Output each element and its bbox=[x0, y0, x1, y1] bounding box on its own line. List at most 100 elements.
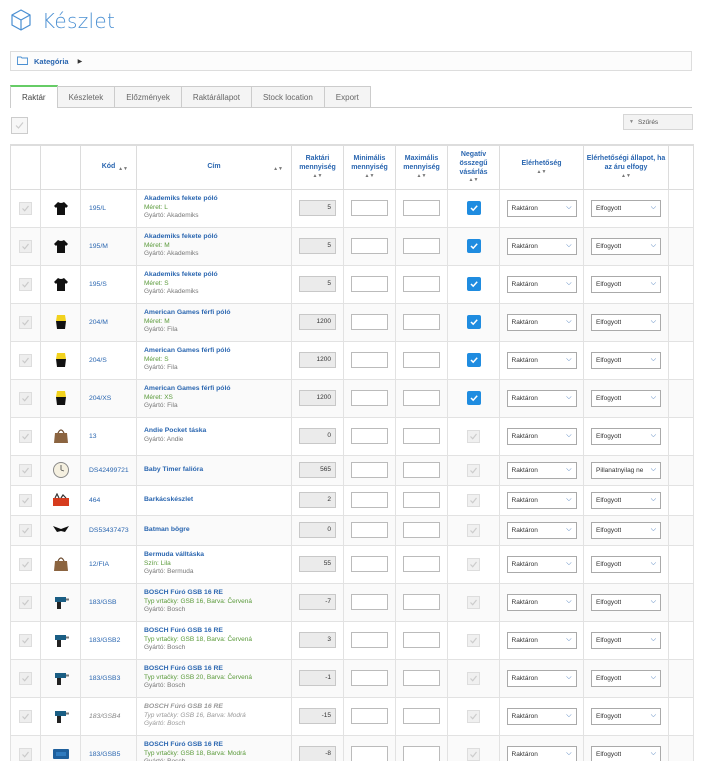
bag-icon[interactable] bbox=[51, 426, 71, 446]
oos-availability-select[interactable]: Elfogyott ⌵ bbox=[591, 275, 661, 293]
oos-availability-select[interactable]: Elfogyott ⌵ bbox=[591, 491, 661, 509]
row-checkbox[interactable] bbox=[19, 429, 32, 443]
oos-availability-select[interactable]: Elfogyott ⌵ bbox=[591, 199, 661, 217]
caret-right-icon[interactable]: ▶ bbox=[78, 58, 83, 65]
row-checkbox[interactable] bbox=[19, 633, 32, 647]
negative-purchase-checkbox[interactable] bbox=[466, 391, 481, 405]
row-code[interactable]: 195/L bbox=[80, 188, 137, 228]
stock-qty-field[interactable]: 1200 bbox=[299, 390, 336, 406]
min-qty-input[interactable] bbox=[351, 492, 388, 508]
stock-qty-field[interactable]: 1200 bbox=[299, 314, 336, 330]
oos-availability-select[interactable]: Elfogyott ⌵ bbox=[591, 389, 661, 407]
max-qty-input[interactable] bbox=[403, 200, 440, 216]
stock-qty-field[interactable]: 0 bbox=[299, 522, 336, 538]
negative-purchase-checkbox[interactable] bbox=[467, 747, 480, 761]
negative-purchase-checkbox[interactable] bbox=[467, 595, 480, 609]
availability-select[interactable]: Raktáron ⌵ bbox=[506, 631, 577, 649]
stock-qty-field[interactable]: 5 bbox=[299, 276, 336, 292]
product-name[interactable]: BOSCH Fúró GSB 16 RE bbox=[144, 741, 291, 750]
max-qty-input[interactable] bbox=[403, 522, 440, 538]
negative-purchase-checkbox[interactable] bbox=[467, 493, 480, 507]
drill-icon[interactable] bbox=[51, 706, 71, 726]
availability-select[interactable]: Raktáron ⌵ bbox=[506, 237, 577, 255]
stock-qty-field[interactable]: 55 bbox=[299, 556, 336, 572]
min-qty-input[interactable] bbox=[351, 708, 388, 724]
tab-2[interactable]: Előzmények bbox=[114, 86, 182, 107]
max-qty-input[interactable] bbox=[403, 670, 440, 686]
negative-purchase-checkbox[interactable] bbox=[467, 557, 480, 571]
product-name[interactable]: Baby Timer falióra bbox=[144, 466, 291, 475]
negative-purchase-checkbox[interactable] bbox=[467, 709, 480, 723]
negative-purchase-checkbox[interactable] bbox=[467, 633, 480, 647]
product-name[interactable]: Akademiks fekete póló bbox=[144, 271, 291, 280]
tab-3[interactable]: Raktárállapot bbox=[180, 86, 252, 107]
row-code[interactable]: 204/S bbox=[80, 340, 137, 380]
negative-purchase-checkbox[interactable] bbox=[466, 277, 481, 291]
row-code[interactable]: 12/FIA bbox=[80, 544, 137, 584]
row-checkbox[interactable] bbox=[19, 671, 32, 685]
oos-availability-select[interactable]: Pillanatnyilag ne ⌵ bbox=[591, 461, 661, 479]
negative-purchase-checkbox[interactable] bbox=[467, 671, 480, 685]
clock-icon[interactable] bbox=[51, 460, 71, 480]
row-code[interactable]: 183/GSB4 bbox=[80, 696, 137, 736]
max-qty-input[interactable] bbox=[403, 632, 440, 648]
product-name[interactable]: American Games férfi póló bbox=[144, 347, 291, 356]
stock-qty-field[interactable]: -8 bbox=[299, 746, 336, 761]
yellow-shirt-icon[interactable] bbox=[51, 312, 71, 332]
row-code[interactable]: 183/GSB3 bbox=[80, 658, 137, 698]
yellow-shirt-icon[interactable] bbox=[51, 350, 71, 370]
drill-icon[interactable] bbox=[51, 630, 71, 650]
col-oos-availability[interactable]: Elérhetőségi állapot, ha az áru elfogy ▲▼ bbox=[583, 144, 669, 190]
col-code[interactable]: Kód ▲▼ bbox=[80, 144, 137, 190]
stock-qty-field[interactable]: -1 bbox=[299, 670, 336, 686]
select-all-checkbox[interactable] bbox=[11, 117, 28, 134]
stock-qty-field[interactable]: 5 bbox=[299, 238, 336, 254]
availability-select[interactable]: Raktáron ⌵ bbox=[506, 593, 577, 611]
oos-availability-select[interactable]: Elfogyott ⌵ bbox=[591, 521, 661, 539]
availability-select[interactable]: Raktáron ⌵ bbox=[506, 491, 577, 509]
row-checkbox[interactable] bbox=[19, 493, 32, 507]
row-checkbox[interactable] bbox=[19, 747, 32, 761]
min-qty-input[interactable] bbox=[351, 522, 388, 538]
min-qty-input[interactable] bbox=[351, 428, 388, 444]
row-checkbox[interactable] bbox=[19, 315, 32, 329]
oos-availability-select[interactable]: Elfogyott ⌵ bbox=[591, 427, 661, 445]
min-qty-input[interactable] bbox=[351, 276, 388, 292]
product-name[interactable]: Bermuda válltáska bbox=[144, 551, 291, 560]
stock-qty-field[interactable]: -7 bbox=[299, 594, 336, 610]
yellow-shirt-icon[interactable] bbox=[51, 388, 71, 408]
max-qty-input[interactable] bbox=[403, 594, 440, 610]
stock-qty-field[interactable]: 5 bbox=[299, 200, 336, 216]
availability-select[interactable]: Raktáron ⌵ bbox=[506, 313, 577, 331]
col-title[interactable]: Cím ▲▼ bbox=[136, 144, 292, 190]
filter-button[interactable]: ▼ Szűrés bbox=[623, 114, 693, 130]
row-checkbox[interactable] bbox=[19, 523, 32, 537]
row-code[interactable]: 204/M bbox=[80, 302, 137, 342]
product-name[interactable]: Barkácskészlet bbox=[144, 496, 291, 505]
stock-qty-field[interactable]: 2 bbox=[299, 492, 336, 508]
tab-4[interactable]: Stock location bbox=[250, 86, 325, 107]
col-stock-qty[interactable]: Raktári mennyiség ▲▼ bbox=[291, 144, 344, 190]
tab-0[interactable]: Raktár bbox=[10, 85, 58, 108]
product-name[interactable]: BOSCH Fúró GSB 16 RE bbox=[144, 589, 291, 598]
breadcrumb-category[interactable]: Kategória bbox=[34, 57, 69, 66]
col-max-qty[interactable]: Maximális mennyiség ▲▼ bbox=[395, 144, 448, 190]
tshirt-icon[interactable] bbox=[51, 198, 71, 218]
negative-purchase-checkbox[interactable] bbox=[467, 429, 480, 443]
negative-purchase-checkbox[interactable] bbox=[466, 239, 481, 253]
max-qty-input[interactable] bbox=[403, 462, 440, 478]
availability-select[interactable]: Raktáron ⌵ bbox=[506, 389, 577, 407]
negative-purchase-checkbox[interactable] bbox=[466, 353, 481, 367]
drill-case-icon[interactable] bbox=[51, 744, 71, 761]
stock-qty-field[interactable]: 565 bbox=[299, 462, 336, 478]
oos-availability-select[interactable]: Elfogyott ⌵ bbox=[591, 631, 661, 649]
row-checkbox[interactable] bbox=[19, 353, 32, 367]
max-qty-input[interactable] bbox=[403, 238, 440, 254]
tab-5[interactable]: Export bbox=[323, 86, 371, 107]
col-min-qty[interactable]: Minimális mennyiség ▲▼ bbox=[343, 144, 396, 190]
bag-icon[interactable] bbox=[51, 554, 71, 574]
availability-select[interactable]: Raktáron ⌵ bbox=[506, 427, 577, 445]
min-qty-input[interactable] bbox=[351, 594, 388, 610]
negative-purchase-checkbox[interactable] bbox=[466, 315, 481, 329]
min-qty-input[interactable] bbox=[351, 390, 388, 406]
